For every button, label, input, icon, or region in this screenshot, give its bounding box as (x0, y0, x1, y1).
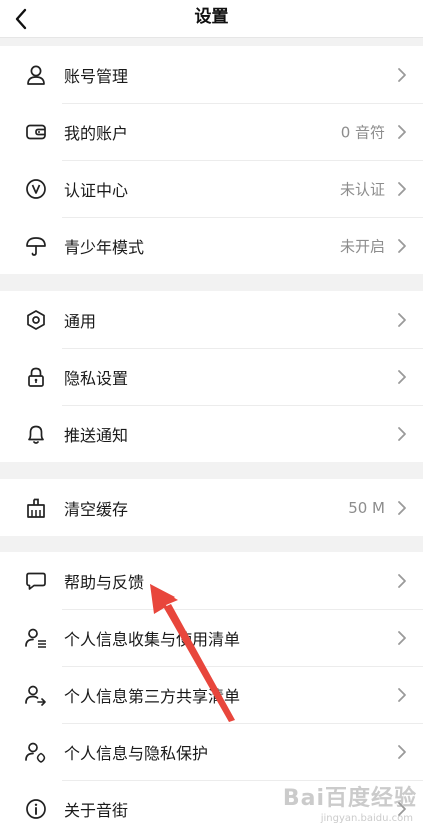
settings-row[interactable]: 通用 (0, 291, 423, 348)
settings-row-label: 认证中心 (64, 180, 129, 200)
watermark-logo: Bai百度经验 (282, 786, 417, 811)
chevron-right-icon (397, 181, 407, 197)
settings-row-label: 个人信息与隐私保护 (64, 743, 209, 763)
chevron-right-icon (397, 238, 407, 254)
settings-row-label: 我的账户 (64, 123, 129, 143)
navbar: 设置 (0, 0, 423, 38)
umbrella-icon (24, 234, 48, 258)
lock-icon (24, 365, 48, 389)
settings-row[interactable]: 认证中心 未认证 (0, 160, 423, 217)
settings-row-label: 隐私设置 (64, 368, 129, 388)
settings-row-label: 个人信息第三方共享清单 (64, 686, 241, 706)
chevron-right-icon (397, 630, 407, 646)
settings-group-2: 通用隐私设置推送通知 (0, 291, 423, 462)
settings-row-label: 清空缓存 (64, 499, 129, 519)
settings-row[interactable]: 账号管理 (0, 46, 423, 103)
hexagon-gear-icon (24, 308, 48, 332)
page-title: 设置 (194, 7, 229, 27)
chevron-right-icon (397, 500, 407, 516)
settings-row-value: 未开启 (339, 237, 385, 255)
settings-row-value: 未认证 (339, 180, 385, 198)
chevron-right-icon (397, 369, 407, 385)
settings-row-label: 通用 (64, 311, 97, 331)
verified-v-icon (24, 177, 48, 201)
settings-group-3: 清空缓存 50 M (0, 479, 423, 536)
user-icon (24, 63, 48, 87)
settings-row-label: 账号管理 (64, 66, 129, 86)
settings-row-label: 关于音街 (64, 800, 129, 820)
settings-row-value: 0 音符 (340, 123, 385, 141)
chevron-right-icon (397, 312, 407, 328)
settings-row[interactable]: 隐私设置 (0, 348, 423, 405)
chevron-right-icon (397, 426, 407, 442)
broom-icon (24, 496, 48, 520)
user-shield-icon (24, 740, 48, 764)
settings-row[interactable]: 帮助与反馈 (0, 552, 423, 609)
settings-row-value: 50 M (348, 498, 385, 517)
settings-row[interactable]: 个人信息与隐私保护 (0, 723, 423, 780)
settings-row-label: 青少年模式 (64, 237, 145, 257)
settings-row[interactable]: 清空缓存 50 M (0, 479, 423, 536)
settings-row-label: 推送通知 (64, 425, 129, 445)
bell-icon (24, 422, 48, 446)
chat-bubble-icon (24, 569, 48, 593)
user-share-icon (24, 683, 48, 707)
chevron-right-icon (397, 573, 407, 589)
wallet-icon (24, 120, 48, 144)
settings-row-label: 帮助与反馈 (64, 572, 145, 592)
user-list-icon (24, 626, 48, 650)
settings-row[interactable]: 青少年模式 未开启 (0, 217, 423, 274)
settings-row[interactable]: 推送通知 (0, 405, 423, 462)
watermark-url: jingyan.baidu.com (320, 813, 413, 824)
settings-row[interactable]: 个人信息收集与使用清单 (0, 609, 423, 666)
chevron-right-icon (397, 67, 407, 83)
settings-row[interactable]: 个人信息第三方共享清单 (0, 666, 423, 723)
info-icon (24, 797, 48, 821)
settings-row-label: 个人信息收集与使用清单 (64, 629, 241, 649)
settings-row[interactable]: 我的账户 0 音符 (0, 103, 423, 160)
chevron-right-icon (397, 124, 407, 140)
chevron-right-icon (397, 687, 407, 703)
settings-group-1: 账号管理我的账户 0 音符认证中心 未认证青少年模式 未开启 (0, 46, 423, 274)
chevron-right-icon (397, 744, 407, 760)
